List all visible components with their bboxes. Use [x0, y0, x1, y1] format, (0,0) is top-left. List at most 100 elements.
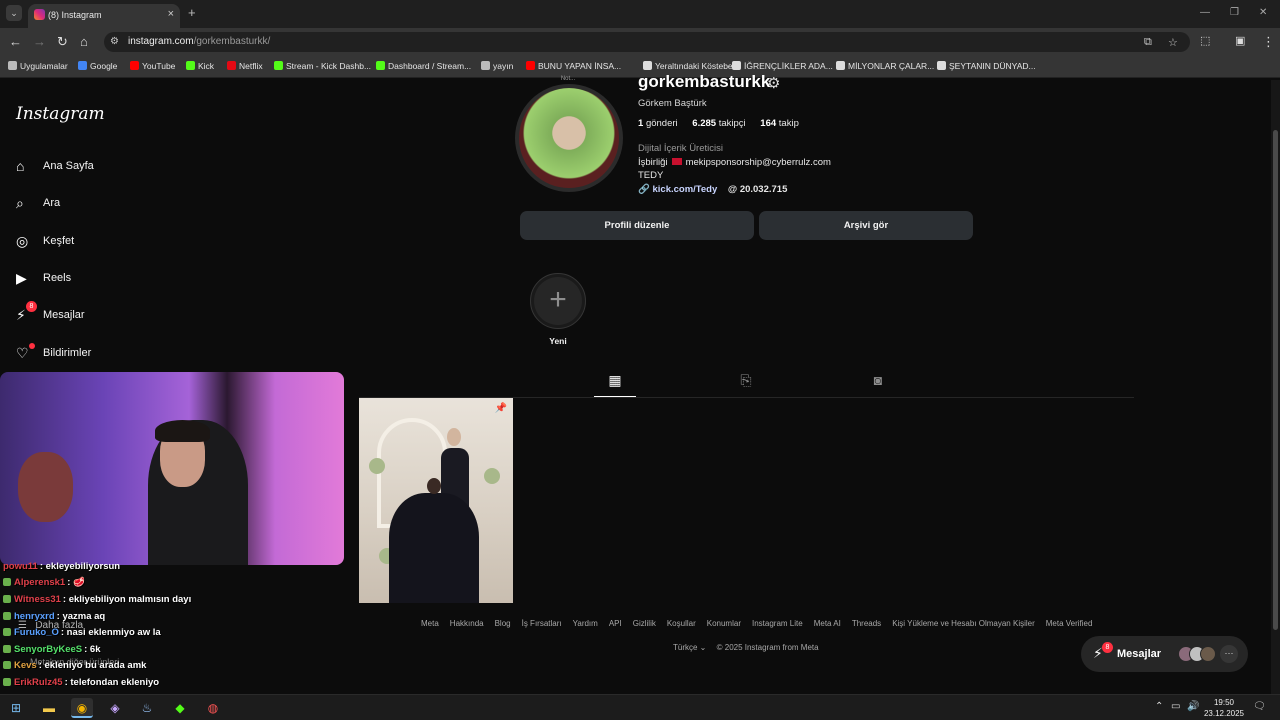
chat-text: : yazma aq — [56, 611, 106, 622]
footer-link[interactable]: Hakkında — [450, 619, 484, 628]
more-icon[interactable]: ··· — [1220, 645, 1238, 663]
footer-link[interactable]: Gizlilik — [633, 619, 656, 628]
page-scrollbar[interactable] — [1271, 80, 1280, 694]
obs-icon[interactable]: ◍ — [202, 698, 224, 718]
bookmark-favicon-icon — [643, 61, 652, 70]
post-thumbnail[interactable]: 📌 — [359, 398, 513, 603]
footer-link[interactable]: İş Fırsatları — [522, 619, 562, 628]
new-tab-button[interactable]: + — [188, 5, 196, 20]
tray-chevron-icon[interactable]: ⌃ — [1155, 701, 1163, 712]
browser-tab-instagram[interactable]: (8) Instagram × — [28, 4, 180, 28]
footer-link[interactable]: Konumlar — [707, 619, 741, 628]
bookmark-item[interactable]: MİLYONLAR ÇALAR... — [836, 61, 934, 71]
threads-icon[interactable]: @ — [728, 184, 737, 195]
address-bar[interactable]: ⚙ instagram.com/gorkembasturkk/ ⧉ ☆ — [104, 32, 1190, 52]
footer-link[interactable]: Kişi Yükleme ve Hesabı Olmayan Kişiler — [892, 619, 1035, 628]
restore-icon[interactable]: ❐ — [1230, 7, 1239, 18]
copyright: © 2025 Instagram from Meta — [716, 643, 819, 652]
language-select[interactable]: Türkçe ⌄ — [673, 643, 706, 652]
back-icon[interactable]: ← — [9, 34, 22, 49]
chat-badge-icon — [3, 578, 11, 586]
notifications-icon[interactable]: 🗨 — [1253, 701, 1266, 712]
bookmark-item[interactable]: Netflix — [227, 61, 263, 71]
footer-link[interactable]: Meta AI — [814, 619, 841, 628]
chat-message: SenyorByKeeS: 6k — [3, 644, 101, 655]
minimize-icon[interactable]: — — [1200, 7, 1210, 18]
bookmark-item[interactable]: Yeraltındaki Köstebe... — [643, 61, 740, 71]
discord-icon[interactable]: ◈ — [104, 698, 126, 718]
footer-link[interactable]: Yardım — [573, 619, 598, 628]
bookmark-item[interactable]: BUNU YAPAN İNSA... — [526, 61, 621, 71]
kick-app-icon[interactable]: ◆ — [169, 698, 191, 718]
tab-close-icon[interactable]: × — [168, 8, 174, 20]
threads-count[interactable]: 20.032.715 — [740, 184, 788, 195]
webcam-overlay — [0, 372, 344, 565]
bookmark-star-icon[interactable]: ☆ — [1168, 36, 1178, 49]
bookmark-item[interactable]: Google — [78, 61, 117, 71]
site-info-icon[interactable]: ⚙ — [110, 36, 119, 47]
avatar — [1200, 646, 1216, 662]
tab-title: (8) Instagram — [48, 10, 102, 20]
bookmark-item[interactable]: Uygulamalar — [8, 61, 68, 71]
tab-posts-grid[interactable]: ▦ — [594, 372, 636, 397]
new-highlight-button[interactable]: + — [530, 273, 586, 329]
close-window-icon[interactable]: ✕ — [1259, 7, 1267, 18]
clock[interactable]: 19:50 23.12.2025 — [1202, 697, 1246, 719]
chat-badge-icon — [3, 678, 11, 686]
forward-icon[interactable]: → — [33, 34, 46, 49]
following-stat[interactable]: 164 takip — [760, 118, 799, 129]
steam-icon[interactable]: ♨ — [136, 698, 158, 718]
tab-search-button[interactable]: ⌄ — [6, 5, 22, 21]
file-explorer-icon[interactable]: ▬ — [38, 698, 60, 718]
chrome-icon[interactable]: ◉ — [71, 698, 93, 718]
footer-link[interactable]: Koşullar — [667, 619, 696, 628]
bookmark-item[interactable]: YouTube — [130, 61, 175, 71]
scroll-thumb[interactable] — [1273, 130, 1278, 630]
tab-tagged[interactable]: ◙ — [857, 372, 899, 397]
tab-saved[interactable]: ⎘ — [725, 372, 767, 397]
profile-icon[interactable]: ▣ — [1235, 34, 1245, 47]
extensions-icon[interactable]: ⬚ — [1200, 34, 1210, 47]
view-archive-button[interactable]: Arşivi gör — [759, 211, 973, 240]
profile-link[interactable]: kick.com/Tedy — [652, 184, 717, 195]
volume-icon[interactable]: 🔊 — [1187, 701, 1199, 712]
windows-taskbar: ⊞ ▬ ◉ ◈ ♨ ◆ ◍ ⌃ ▭ 🔊 19:50 23.12.2025 🗨 — [0, 694, 1280, 720]
install-app-icon[interactable]: ⧉ — [1144, 36, 1152, 49]
bookmark-label: ŞEYTANIN DÜNYAD... — [949, 61, 1036, 71]
start-icon[interactable]: ⊞ — [5, 698, 27, 718]
bookmark-item[interactable]: yayın — [481, 61, 513, 71]
chat-badge-icon — [3, 628, 11, 636]
chat-text: : 6k — [84, 644, 101, 655]
bookmark-item[interactable]: İĞRENÇLİKLER ADA... — [732, 61, 833, 71]
bookmark-item[interactable]: Kick — [186, 61, 214, 71]
bookmark-item[interactable]: Stream - Kick Dashb... — [274, 61, 371, 71]
browser-toolbar: ← → ↻ ⌂ ⚙ instagram.com/gorkembasturkk/ … — [0, 28, 1280, 56]
bookmark-item[interactable]: Dashboard / Stream... — [376, 61, 471, 71]
footer-link[interactable]: Meta Verified — [1046, 619, 1093, 628]
browser-menu-icon[interactable]: ⋮ — [1262, 34, 1275, 50]
followers-stat[interactable]: 6.285 takipçi — [692, 118, 745, 129]
profile-avatar[interactable] — [515, 84, 623, 192]
chat-text: : telefondan ekleniyo — [64, 677, 160, 688]
profile-username: gorkembasturkk — [638, 72, 771, 91]
edit-profile-button[interactable]: Profili düzenle — [520, 211, 754, 240]
instagram-logo[interactable]: Instagram — [16, 104, 105, 124]
footer-link[interactable]: Blog — [495, 619, 511, 628]
reload-icon[interactable]: ↻ — [57, 34, 68, 50]
profile-stats: 1 gönderi 6.285 takipçi 164 takip — [638, 118, 811, 129]
plus-icon: + — [534, 277, 582, 325]
network-icon[interactable]: ▭ — [1171, 701, 1180, 712]
bookmark-item[interactable]: ŞEYTANIN DÜNYAD... — [937, 61, 1036, 71]
chat-message: Witness31: ekliyebiliyon malmısın dayı — [3, 594, 191, 605]
footer-link[interactable]: Meta — [421, 619, 439, 628]
footer-link[interactable]: Threads — [852, 619, 881, 628]
chat-username: powu11 — [3, 561, 38, 572]
home-browser-icon[interactable]: ⌂ — [80, 34, 88, 49]
new-highlight-label: Yeni — [549, 336, 567, 346]
footer-link[interactable]: API — [609, 619, 622, 628]
footer-link[interactable]: Instagram Lite — [752, 619, 803, 628]
chat-username: Furuko_O — [14, 627, 59, 638]
bookmark-label: BUNU YAPAN İNSA... — [538, 61, 622, 71]
messages-pill[interactable]: ⚡ 8 Mesajlar ··· — [1081, 636, 1248, 672]
settings-gear-icon[interactable]: ⚙ — [767, 74, 780, 92]
